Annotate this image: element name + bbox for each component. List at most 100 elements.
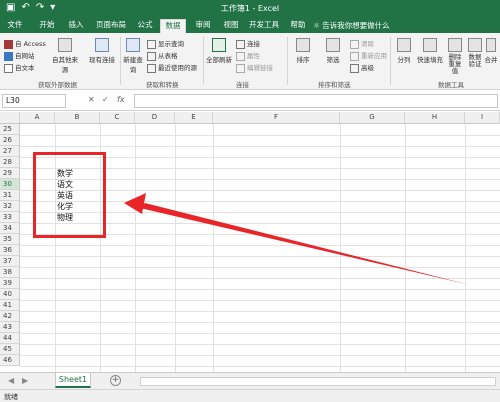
- column-header-a[interactable]: A: [20, 112, 55, 124]
- row-header[interactable]: 41: [0, 300, 20, 311]
- connections-button[interactable]: 连接: [236, 38, 260, 49]
- row-header[interactable]: 39: [0, 278, 20, 289]
- grid-line: [20, 245, 500, 246]
- grid-line: [20, 311, 500, 312]
- annotation-box: [33, 152, 106, 238]
- column-header-f[interactable]: F: [213, 112, 340, 124]
- group-label-data-tools: 数据工具: [438, 81, 464, 89]
- sheet-tab-sheet1[interactable]: Sheet1: [55, 373, 91, 388]
- enter-icon[interactable]: ✓: [102, 95, 109, 104]
- name-box[interactable]: L30: [2, 94, 66, 108]
- query-icon: [126, 38, 140, 52]
- grid-line: [213, 124, 214, 372]
- flash-fill-button[interactable]: 快速填充: [415, 38, 445, 64]
- grid-line: [20, 289, 500, 290]
- row-header[interactable]: 32: [0, 201, 20, 212]
- grid-line: [405, 124, 406, 372]
- tab-help[interactable]: 帮助: [287, 19, 309, 33]
- other-sources-button[interactable]: 自其他来源: [50, 38, 80, 74]
- column-header-d[interactable]: D: [135, 112, 175, 124]
- row-header[interactable]: 27: [0, 146, 20, 157]
- row-header[interactable]: 33: [0, 212, 20, 223]
- from-access-button[interactable]: 自 Access: [4, 38, 46, 49]
- clear-filter-button[interactable]: 清除: [350, 38, 374, 49]
- grid-line: [20, 256, 500, 257]
- select-all-corner[interactable]: [0, 112, 20, 124]
- tab-formulas[interactable]: 公式: [134, 19, 156, 33]
- tab-file[interactable]: 文件: [4, 19, 26, 33]
- formula-input[interactable]: [134, 94, 498, 108]
- filter-button[interactable]: 筛选: [320, 38, 346, 64]
- sort-icon: [296, 38, 310, 52]
- row-header[interactable]: 25: [0, 124, 20, 135]
- column-header-e[interactable]: E: [175, 112, 213, 124]
- tab-page-layout[interactable]: 页面布局: [94, 19, 128, 33]
- status-bar: 就绪: [0, 389, 500, 402]
- row-header[interactable]: 36: [0, 245, 20, 256]
- cancel-icon[interactable]: ✕: [88, 95, 95, 104]
- grid-line: [20, 366, 500, 367]
- sort-button[interactable]: 排序: [290, 38, 316, 64]
- split-icon: [397, 38, 411, 52]
- row-header[interactable]: 38: [0, 267, 20, 278]
- row-header[interactable]: 45: [0, 344, 20, 355]
- tell-me-text: 告诉我你想要做什么: [322, 21, 390, 30]
- tell-me-box[interactable]: ☼ 告诉我你想要做什么: [313, 20, 390, 31]
- row-header[interactable]: 34: [0, 223, 20, 234]
- recent-sources-button[interactable]: 最近使用的源: [147, 62, 197, 73]
- validation-icon: [468, 38, 482, 52]
- insert-function-icon[interactable]: fx: [117, 95, 125, 104]
- show-queries-button[interactable]: 显示查询: [147, 38, 184, 49]
- horizontal-scrollbar[interactable]: [140, 377, 496, 386]
- group-label-get-external: 获取外部数据: [38, 81, 77, 89]
- column-header-i[interactable]: I: [465, 112, 500, 124]
- tab-review[interactable]: 审阅: [192, 19, 214, 33]
- advanced-filter-button[interactable]: 高级: [350, 62, 374, 73]
- edit-links-button[interactable]: 编辑链接: [236, 62, 273, 73]
- row-header[interactable]: 46: [0, 355, 20, 366]
- row-header[interactable]: 29: [0, 168, 20, 179]
- column-header-b[interactable]: B: [55, 112, 100, 124]
- refresh-all-button[interactable]: 全部刷新: [206, 38, 232, 64]
- row-header[interactable]: 42: [0, 311, 20, 322]
- from-text-button[interactable]: 自文本: [4, 62, 35, 73]
- row-header[interactable]: 40: [0, 289, 20, 300]
- tab-insert[interactable]: 插入: [65, 19, 87, 33]
- grid-line: [20, 278, 500, 279]
- from-table-button[interactable]: 从表格: [147, 50, 178, 61]
- new-query-button[interactable]: 新建查询: [122, 38, 144, 74]
- row-header[interactable]: 35: [0, 234, 20, 245]
- data-validation-button[interactable]: 数据验证: [466, 38, 484, 68]
- prev-sheet-icon[interactable]: ◀: [8, 376, 14, 385]
- text-file-icon: [4, 63, 13, 73]
- link-icon: [236, 39, 245, 49]
- tab-home[interactable]: 开始: [36, 19, 58, 33]
- column-header-c[interactable]: C: [100, 112, 135, 124]
- column-header-g[interactable]: G: [340, 112, 405, 124]
- reapply-button[interactable]: 重新应用: [350, 50, 387, 61]
- tab-view[interactable]: 视图: [220, 19, 242, 33]
- lightbulb-icon: ☼: [313, 21, 320, 30]
- row-header[interactable]: 31: [0, 190, 20, 201]
- row-header-selected[interactable]: 30: [0, 179, 20, 190]
- connections-icon: [95, 38, 109, 52]
- properties-button[interactable]: 属性: [236, 50, 260, 61]
- text-to-columns-button[interactable]: 分列: [393, 38, 415, 64]
- next-sheet-icon[interactable]: ▶: [22, 376, 28, 385]
- title-bar: ▣ ↶ ↷ ▾ 工作簿1 - Excel: [0, 0, 500, 17]
- row-header[interactable]: 28: [0, 157, 20, 168]
- row-header[interactable]: 37: [0, 256, 20, 267]
- from-web-button[interactable]: 自网站: [4, 50, 35, 61]
- group-label-connections: 连接: [236, 81, 249, 89]
- row-header[interactable]: 43: [0, 322, 20, 333]
- consolidate-button[interactable]: 合并: [484, 38, 498, 64]
- column-header-h[interactable]: H: [405, 112, 465, 124]
- tab-data[interactable]: 数据: [160, 19, 186, 33]
- ribbon-separator: [287, 37, 288, 85]
- existing-connections-button[interactable]: 现有连接: [88, 38, 116, 64]
- remove-duplicates-button[interactable]: 删除重复值: [446, 38, 464, 75]
- add-sheet-icon[interactable]: +: [110, 375, 121, 386]
- row-header[interactable]: 44: [0, 333, 20, 344]
- tab-developer[interactable]: 开发工具: [247, 19, 281, 33]
- row-header[interactable]: 26: [0, 135, 20, 146]
